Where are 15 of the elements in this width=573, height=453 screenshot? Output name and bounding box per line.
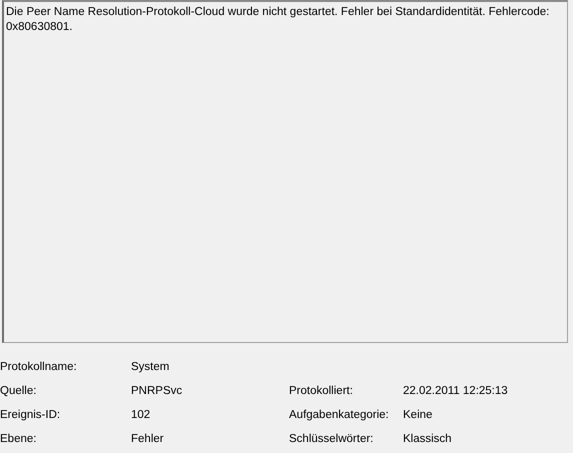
field-value: Keine bbox=[403, 409, 432, 421]
field-label: Protokolliert: bbox=[289, 385, 353, 397]
field-value: Fehler bbox=[131, 433, 164, 445]
field-label: Protokollname: bbox=[0, 361, 77, 373]
field-label: Ereignis-ID: bbox=[0, 409, 60, 421]
field-label: Aufgabenkategorie: bbox=[289, 409, 389, 421]
field-value: PNRPSvc bbox=[131, 385, 182, 397]
field-value: Klassisch bbox=[403, 433, 452, 445]
field-label: Schlüsselwörter: bbox=[289, 433, 374, 445]
field-value: 102 bbox=[131, 409, 150, 421]
field-label: Quelle: bbox=[0, 385, 36, 397]
field-value: 22.02.2011 12:25:13 bbox=[403, 385, 508, 397]
field-value: System bbox=[131, 361, 170, 373]
event-description: Die Peer Name Resolution-Protokoll-Cloud wurde nicht gestartet. Fehler bei Standardidentität. Fehlercode: 0x80630801. bbox=[6, 6, 550, 33]
field-label: Ebene: bbox=[0, 433, 36, 445]
